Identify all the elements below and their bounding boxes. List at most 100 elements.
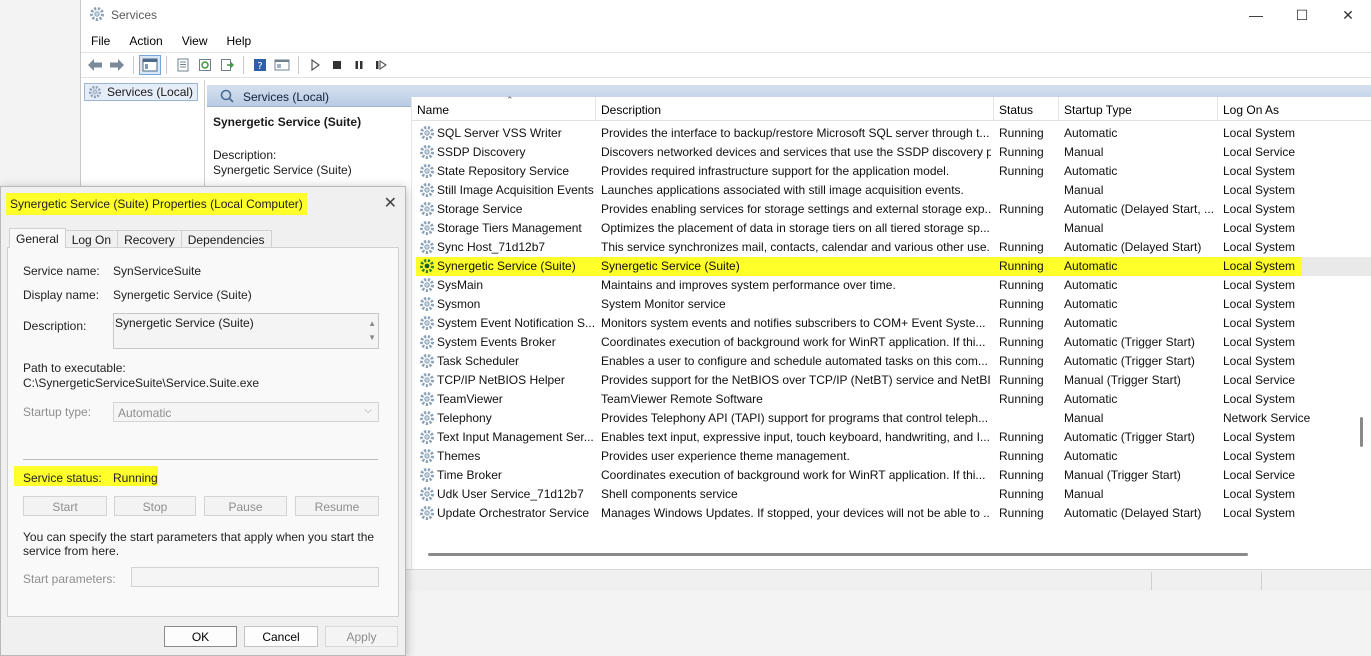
table-row[interactable]: Telephony Provides Telephony API (TAPI) s… <box>412 409 1371 428</box>
start-button[interactable]: Start <box>23 496 107 516</box>
service-description-cell: Shell components service <box>601 487 738 501</box>
title-bar: Services — ☐ ✕ <box>81 0 1371 30</box>
mmc-view-button[interactable] <box>271 55 293 75</box>
service-gear-icon <box>419 334 435 353</box>
column-header-startup-type[interactable]: Startup Type <box>1059 97 1218 121</box>
service-status-cell: Running <box>999 316 1044 330</box>
service-status-cell: Running <box>999 126 1044 140</box>
service-logon-cell: Local System <box>1223 449 1296 463</box>
service-gear-icon <box>419 448 435 467</box>
table-row[interactable]: State Repository Service Provides require… <box>412 162 1371 181</box>
start-parameters-input[interactable] <box>131 567 379 587</box>
service-description-cell: Maintains and improves system performanc… <box>601 278 896 292</box>
table-row[interactable]: Update Orchestrator Service Manages Windo… <box>412 504 1371 523</box>
table-row[interactable]: Synergetic Service (Suite) Synergetic Ser… <box>412 257 1371 276</box>
table-row[interactable]: System Event Notification S... Monitors s… <box>412 314 1371 333</box>
service-name-cell: System Events Broker <box>437 335 556 349</box>
column-header-status[interactable]: Status <box>994 97 1059 121</box>
table-row[interactable]: Themes Provides user experience theme man… <box>412 447 1371 466</box>
menu-action[interactable]: Action <box>119 30 171 52</box>
table-row[interactable]: TeamViewer TeamViewer Remote Software Runn… <box>412 390 1371 409</box>
properties-button[interactable] <box>172 55 194 75</box>
list-header: ⌃ Name Description Status Startup Type L… <box>412 95 1371 121</box>
service-startup-cell: Manual (Trigger Start) <box>1064 468 1181 482</box>
table-row[interactable]: SQL Server VSS Writer Provides the interf… <box>412 124 1371 143</box>
startup-type-select[interactable]: Automatic ⌵ <box>113 402 379 422</box>
table-row[interactable]: Time Broker Coordinates execution of back… <box>412 466 1371 485</box>
tab-general[interactable]: General <box>9 228 66 248</box>
restart-service-button[interactable] <box>370 55 392 75</box>
table-row[interactable]: System Events Broker Coordinates executio… <box>412 333 1371 352</box>
service-logon-cell: Local System <box>1223 278 1296 292</box>
service-startup-cell: Manual <box>1064 183 1104 197</box>
table-row[interactable]: Still Image Acquisition Events Launches a… <box>412 181 1371 200</box>
services-list[interactable]: ⌃ Name Description Status Startup Type L… <box>411 95 1371 591</box>
table-row[interactable]: SysMain Maintains and improves system per… <box>412 276 1371 295</box>
stop-service-button[interactable] <box>326 55 348 75</box>
table-row[interactable]: Sysmon System Monitor service Running Autom… <box>412 295 1371 314</box>
service-name-cell: Themes <box>437 449 481 463</box>
back-button[interactable] <box>84 55 106 75</box>
service-startup-cell: Automatic <box>1064 449 1118 463</box>
service-description-cell: Optimizes the placement of data in stora… <box>601 221 990 235</box>
start-service-button[interactable] <box>304 55 326 75</box>
description-scroll-arrows[interactable]: ▲ ▼ <box>368 317 376 345</box>
minimize-button[interactable]: — <box>1233 0 1279 30</box>
service-name-cell: Telephony <box>437 411 492 425</box>
forward-button[interactable] <box>106 55 128 75</box>
service-gear-icon <box>419 391 435 410</box>
service-logon-cell: Local System <box>1223 297 1296 311</box>
tab-dependencies[interactable]: Dependencies <box>180 230 272 248</box>
column-header-name[interactable]: ⌃ Name <box>412 95 596 121</box>
service-status-cell: Running <box>999 506 1044 520</box>
service-name-label: Service name: <box>23 264 100 278</box>
tree-item-services-local[interactable]: Services (Local) <box>84 83 199 101</box>
list-body: SQL Server VSS Writer Provides the interf… <box>412 124 1371 523</box>
display-name-value: Synergetic Service (Suite) <box>113 288 252 302</box>
refresh-button[interactable] <box>194 55 216 75</box>
pause-button[interactable]: Pause <box>204 496 287 516</box>
table-row[interactable]: SSDP Discovery Discovers networked device… <box>412 143 1371 162</box>
service-logon-cell: Local System <box>1223 221 1296 235</box>
service-name-cell: SSDP Discovery <box>437 145 526 159</box>
service-startup-cell: Automatic <box>1064 164 1118 178</box>
table-row[interactable]: Storage Service Provides enabling service… <box>412 200 1371 219</box>
maximize-button[interactable]: ☐ <box>1279 0 1325 30</box>
horizontal-scrollbar[interactable] <box>428 553 1248 556</box>
table-row[interactable]: Task Scheduler Enables a user to configur… <box>412 352 1371 371</box>
window-title: Services <box>111 8 158 22</box>
pause-service-button[interactable] <box>348 55 370 75</box>
menu-bar: File Action View Help <box>81 30 1371 52</box>
menu-help[interactable]: Help <box>217 30 261 52</box>
table-row[interactable]: Text Input Management Ser... Enables text… <box>412 428 1371 447</box>
close-button[interactable]: ✕ <box>1325 0 1371 30</box>
show-hide-tree-button[interactable] <box>139 55 161 75</box>
menu-view[interactable]: View <box>172 30 217 52</box>
table-row[interactable]: Storage Tiers Management Optimizes the pl… <box>412 219 1371 238</box>
help-button[interactable]: ? <box>249 55 271 75</box>
table-row[interactable]: TCP/IP NetBIOS Helper Provides support fo… <box>412 371 1371 390</box>
resume-button[interactable]: Resume <box>295 496 379 516</box>
service-startup-cell: Automatic (Trigger Start) <box>1064 335 1195 349</box>
ok-button[interactable]: OK <box>164 626 237 647</box>
table-row[interactable]: Sync Host_71d12b7 This service synchroniz… <box>412 238 1371 257</box>
dialog-close-button[interactable]: ✕ <box>384 193 397 213</box>
general-tab-panel: Service name: SynServiceSuite Display na… <box>7 247 399 617</box>
description-box[interactable]: Synergetic Service (Suite) ▲ ▼ <box>113 313 379 349</box>
menu-file[interactable]: File <box>81 30 119 52</box>
service-status-cell: Running <box>999 297 1044 311</box>
export-list-button[interactable] <box>216 55 238 75</box>
stop-button[interactable]: Stop <box>114 496 196 516</box>
service-name-cell: Still Image Acquisition Events <box>437 183 594 197</box>
column-header-description[interactable]: Description <box>596 97 994 121</box>
vertical-scrollbar[interactable] <box>1360 417 1363 447</box>
service-startup-cell: Manual <box>1064 411 1104 425</box>
tab-log-on[interactable]: Log On <box>64 230 119 248</box>
cancel-button[interactable]: Cancel <box>244 626 318 647</box>
service-description-cell: Provides user experience theme managemen… <box>601 449 850 463</box>
tab-recovery[interactable]: Recovery <box>117 230 182 248</box>
stop-icon <box>333 61 341 69</box>
apply-button[interactable]: Apply <box>325 626 398 647</box>
table-row[interactable]: Udk User Service_71d12b7 Shell components… <box>412 485 1371 504</box>
column-header-log-on-as[interactable]: Log On As <box>1218 97 1371 121</box>
